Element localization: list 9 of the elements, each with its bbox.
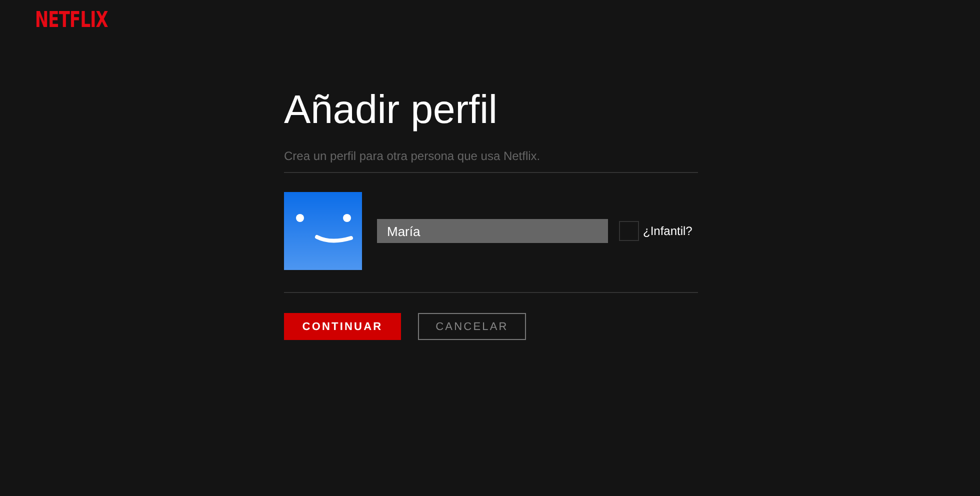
page-title: Añadir perfil [284, 87, 498, 134]
checkbox-label[interactable]: ¿Infantil? [643, 224, 692, 238]
cancel-button[interactable]: CANCELAR [418, 313, 526, 340]
netflix-logo[interactable]: NETFLIX [35, 9, 108, 33]
name-input-field[interactable]: María [377, 219, 608, 243]
smiley-avatar-icon [284, 192, 362, 270]
continue-button[interactable]: CONTINUAR [284, 313, 401, 340]
subtitle: Crea un perfil para otra persona que usa Netflix. [284, 148, 542, 164]
checkbox[interactable] [619, 221, 639, 241]
